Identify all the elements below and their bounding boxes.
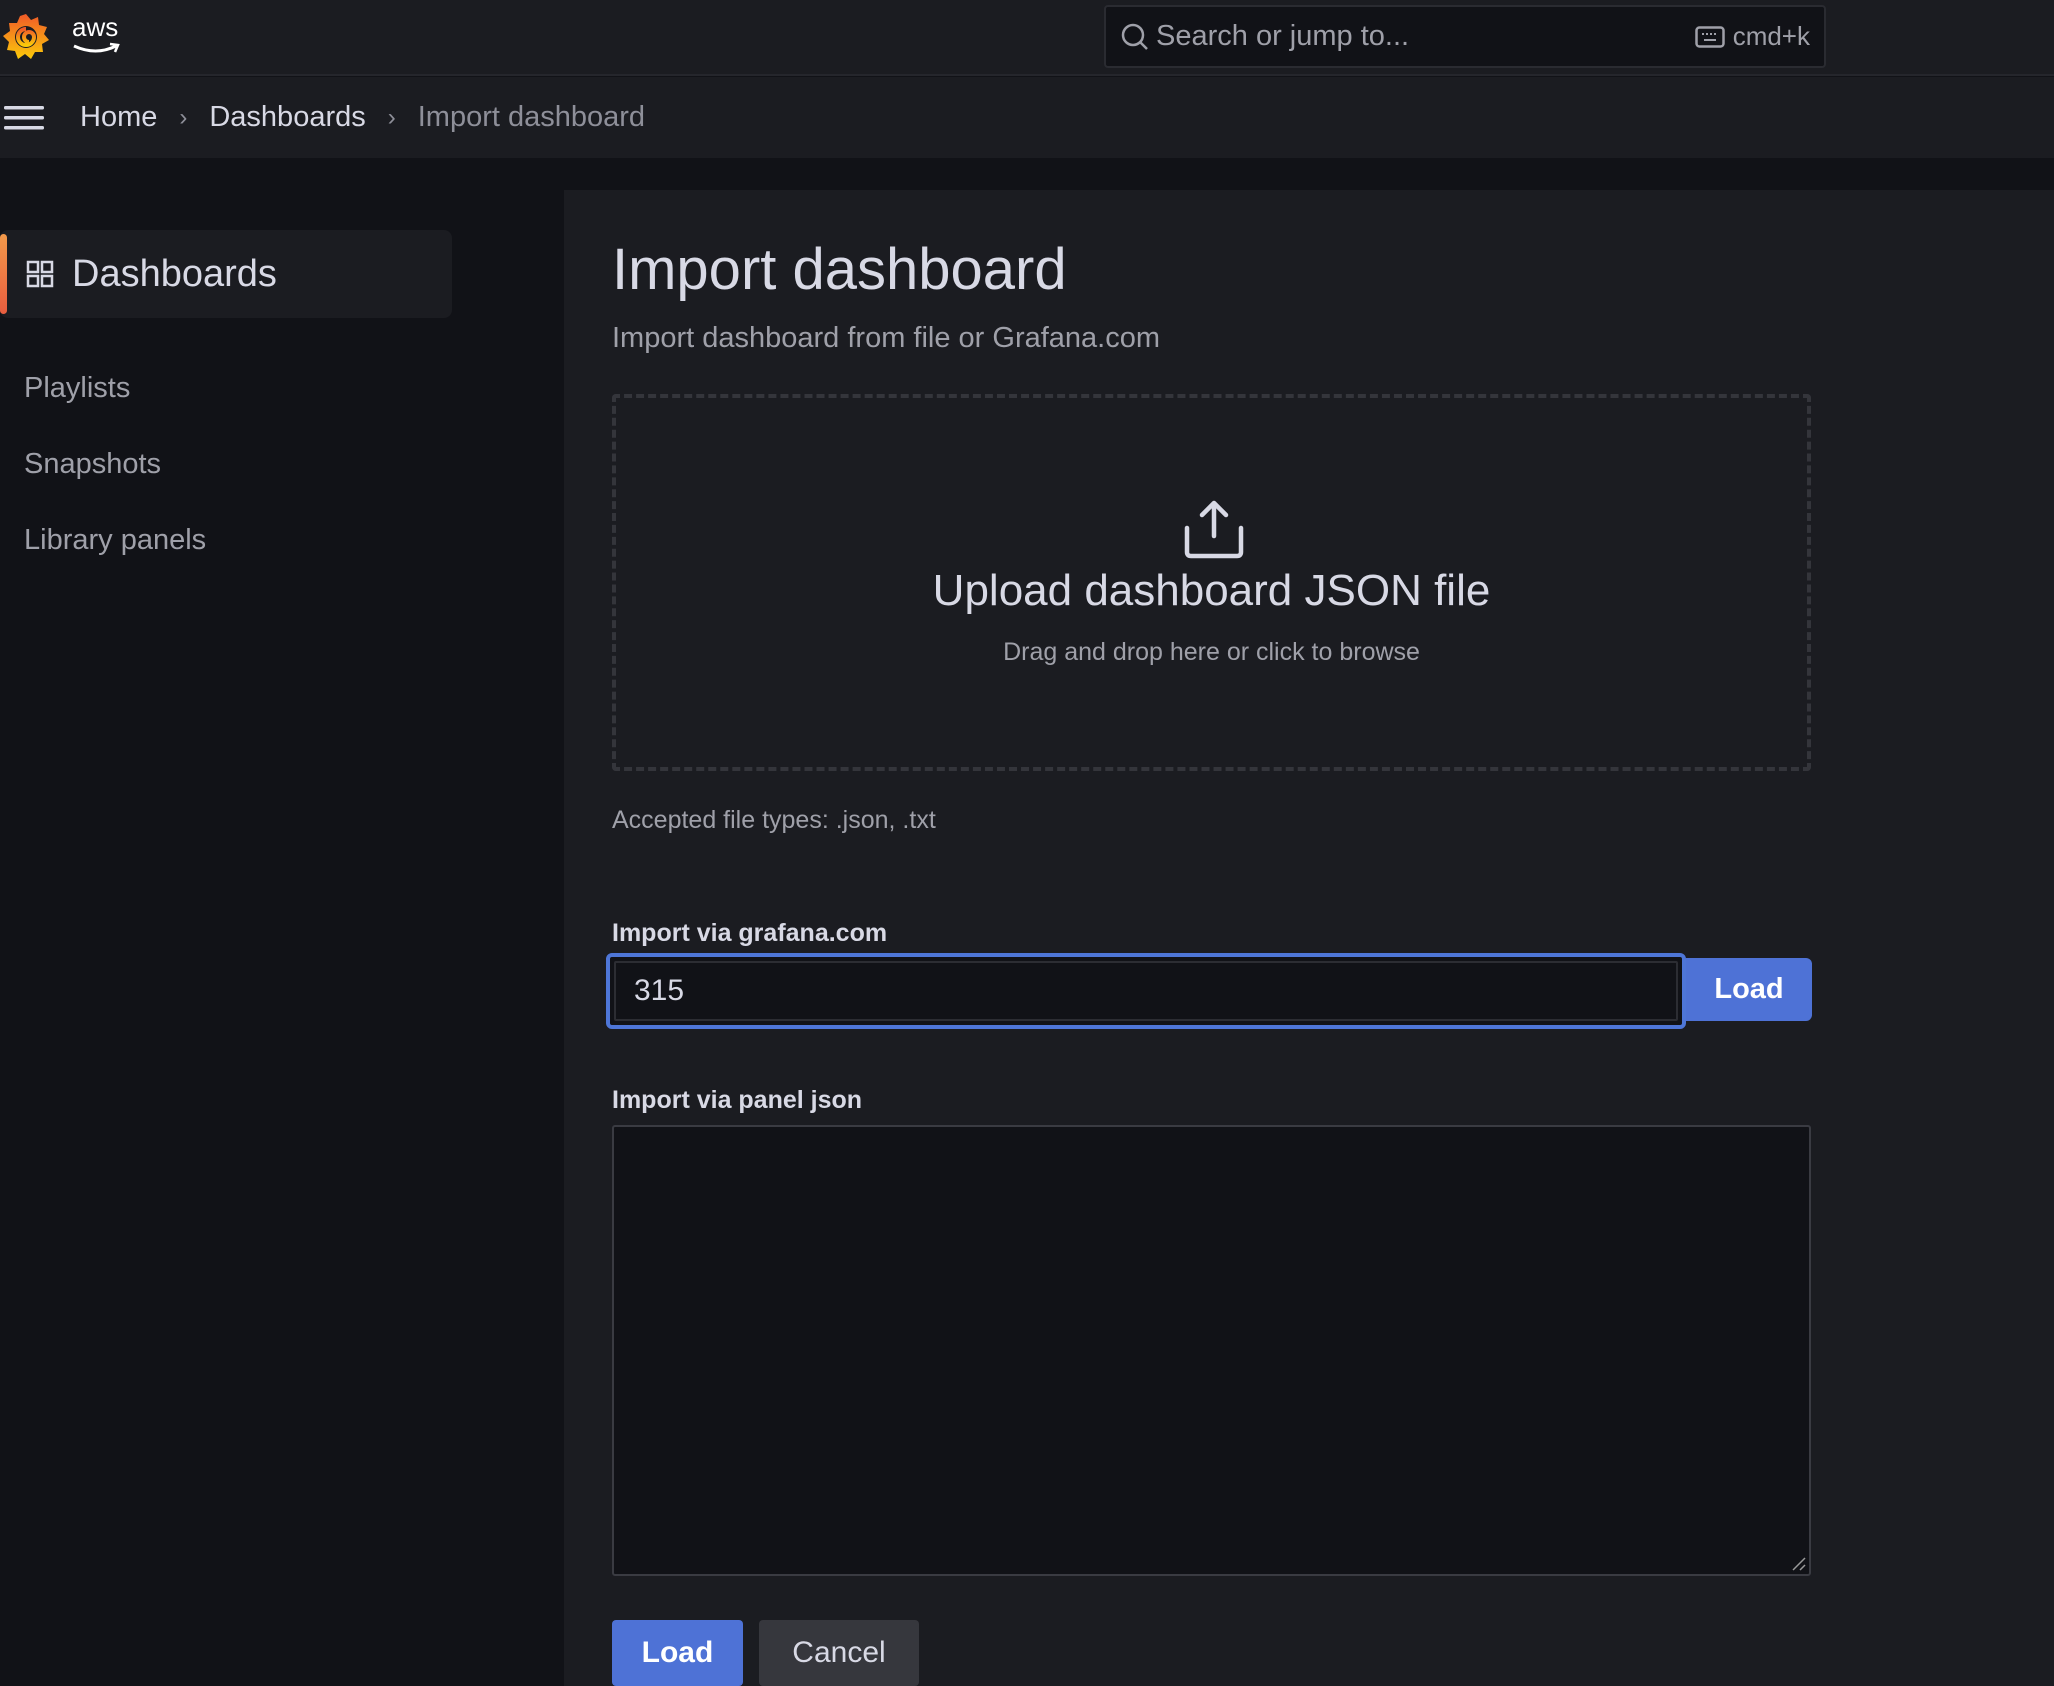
cancel-button[interactable]: Cancel xyxy=(759,1620,919,1686)
file-dropzone[interactable]: Upload dashboard JSON file Drag and drop… xyxy=(612,394,1811,771)
panel-json-textarea[interactable] xyxy=(612,1125,1811,1576)
upload-icon xyxy=(1184,500,1244,559)
sidebar-item-playlists[interactable]: Playlists xyxy=(24,372,130,405)
keyboard-shortcut: cmd+k xyxy=(1694,21,1810,52)
sidebar-item-label: Dashboards xyxy=(72,252,277,295)
breadcrumb-home[interactable]: Home xyxy=(80,101,157,134)
top-bar: aws Search or jump to... cmd+k xyxy=(0,0,2054,76)
aws-logo-text: aws xyxy=(72,12,119,42)
grafana-com-input-value[interactable]: 315 xyxy=(614,961,1678,1021)
grafana-logo-icon[interactable] xyxy=(2,12,50,62)
sidebar: Dashboards Playlists Snapshots Library p… xyxy=(0,158,564,1686)
resize-handle-icon[interactable] xyxy=(1791,1556,1807,1572)
breadcrumb: Home › Dashboards › Import dashboard xyxy=(80,101,645,134)
hamburger-menu-icon[interactable] xyxy=(2,103,46,133)
shortcut-text: cmd+k xyxy=(1732,21,1810,51)
grafana-com-label: Import via grafana.com xyxy=(612,919,888,947)
grafana-com-load-button[interactable]: Load xyxy=(1686,958,1812,1021)
breadcrumb-bar: Home › Dashboards › Import dashboard xyxy=(0,77,2054,158)
main-content: Import dashboard Import dashboard from f… xyxy=(564,190,2054,1686)
grafana-com-input[interactable]: 315 xyxy=(606,953,1686,1029)
org-logo: aws xyxy=(70,12,126,56)
dropzone-title: Upload dashboard JSON file xyxy=(932,566,1491,615)
aws-smile-icon xyxy=(73,42,120,53)
sidebar-item-dashboards[interactable]: Dashboards xyxy=(0,230,452,318)
panel-json-label: Import via panel json xyxy=(612,1086,863,1114)
breadcrumb-dashboards[interactable]: Dashboards xyxy=(209,101,365,134)
accepted-file-types: Accepted file types: .json, .txt xyxy=(612,806,936,834)
keyboard-icon xyxy=(1694,25,1725,48)
chevron-right-icon: › xyxy=(387,103,396,131)
dropzone-subtitle: Drag and drop here or click to browse xyxy=(1003,638,1420,666)
chevron-right-icon: › xyxy=(179,103,188,131)
search-input[interactable]: Search or jump to... cmd+k xyxy=(1104,5,1826,68)
load-button[interactable]: Load xyxy=(612,1620,743,1686)
search-icon xyxy=(1121,23,1148,50)
page-title: Import dashboard xyxy=(612,237,1067,302)
breadcrumb-current: Import dashboard xyxy=(417,101,646,133)
active-indicator xyxy=(0,234,7,314)
sidebar-item-library-panels[interactable]: Library panels xyxy=(24,524,206,557)
page-subtitle: Import dashboard from file or Grafana.co… xyxy=(612,322,1161,354)
apps-grid-icon xyxy=(26,260,54,288)
search-placeholder: Search or jump to... xyxy=(1156,20,1410,52)
sidebar-item-snapshots[interactable]: Snapshots xyxy=(24,448,161,481)
